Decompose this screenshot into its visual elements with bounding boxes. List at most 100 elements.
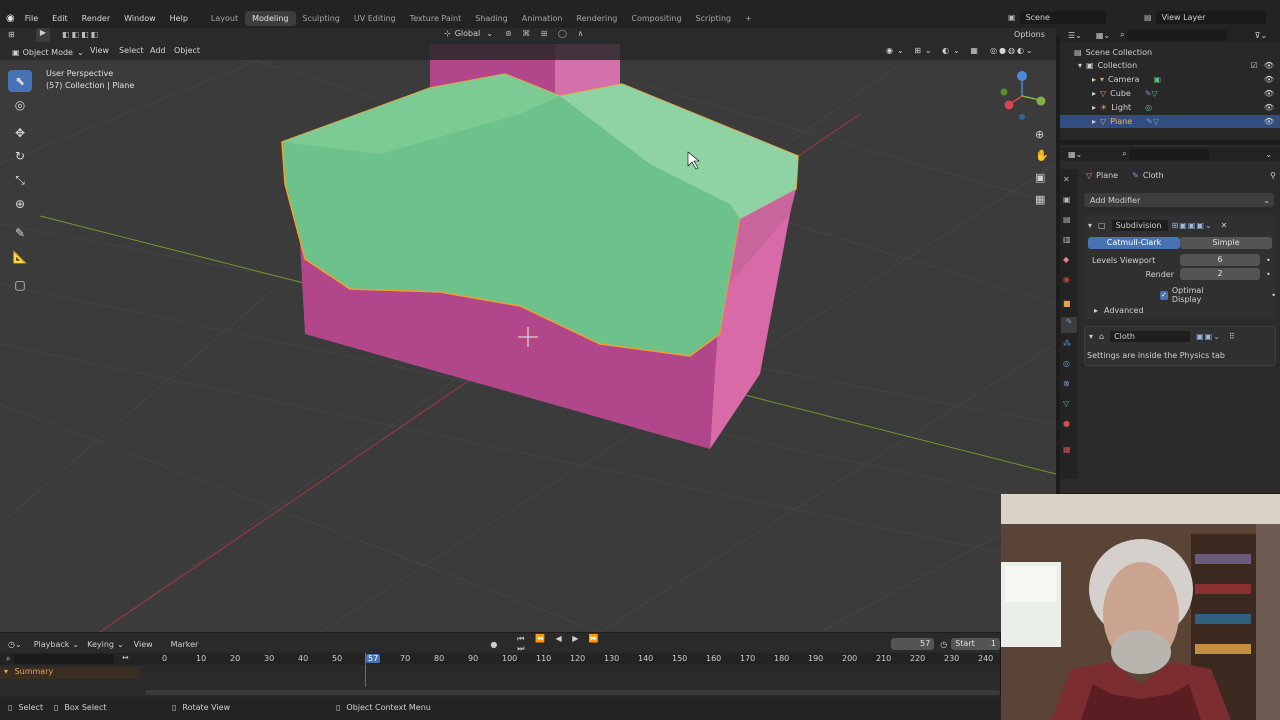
data-tab-icon[interactable]: ▽ [1063,399,1069,408]
scene-selector[interactable]: ▣ Scene [1008,10,1106,24]
menu-window[interactable]: Window [124,14,156,23]
outliner-collection[interactable]: ▾ ▣ Collection ☑ 👁 [1060,59,1280,72]
expand-icon[interactable]: ▸ [1092,89,1096,98]
expand-icon[interactable]: ▸ [1092,117,1096,126]
options-dropdown[interactable]: Options [1014,30,1045,39]
select-tool-icon[interactable]: ⬉ [8,70,32,92]
editor-type-icon[interactable]: ◷⌄ [8,640,22,649]
shading-mode-icons[interactable]: ◎●◍◐⌄ [984,44,1041,60]
blender-logo-icon[interactable]: ◉ [6,13,15,24]
properties-type-icon[interactable]: ▦⌄ [1068,150,1082,159]
tab-rendering[interactable]: Rendering [570,11,625,26]
view-layer-tab-icon[interactable]: ▥ [1063,235,1071,244]
scene-tab-icon[interactable]: ◆ [1063,255,1069,264]
add-cube-tool-icon[interactable]: ▢ [8,274,32,296]
particles-tab-icon[interactable]: ⁂ [1063,339,1071,348]
render-levels-field[interactable]: 2 [1180,268,1260,280]
collapse-icon[interactable]: ▾ [1088,221,1092,230]
search-icon[interactable]: ⌕ [6,654,10,664]
render-tab-icon[interactable]: ▣ [1063,195,1071,204]
rotate-tool-icon[interactable]: ↻ [8,145,32,167]
pan-hand-icon[interactable]: ✋ [1035,149,1049,162]
outliner-type-icon[interactable]: ☰⌄ [1068,31,1082,40]
orientation-dropdown[interactable]: ⊹ Global ⌄ [444,29,493,38]
outliner-item-light[interactable]: ▸ ☀ Light ◎ 👁 [1060,101,1280,114]
outliner-item-camera[interactable]: ▸ ▾ Camera ▣ 👁 [1060,73,1280,86]
menu-edit[interactable]: Edit [52,14,68,23]
outliner-item-plane[interactable]: ▸ ▽ Plane ✎ ▽ 👁 [1060,115,1280,128]
3d-viewport[interactable]: ▣ Object Mode ⌄ View Select Add Object ◉… [0,44,1056,632]
modifier-tab-icon[interactable]: ✎ [1061,317,1077,333]
view-layer-selector[interactable]: ▤ View Layer [1144,10,1266,24]
display-mode-icon[interactable]: ▦⌄ [1096,31,1110,40]
eye-icon[interactable]: 👁 [1264,61,1274,70]
keyframe-dot-icon[interactable]: • [1266,256,1271,265]
tab-layout[interactable]: Layout [204,11,245,26]
tab-texture-paint[interactable]: Texture Paint [403,11,469,26]
constraints-tab-icon[interactable]: ⊗ [1063,379,1070,388]
chevron-down-icon[interactable]: ⌄ [1265,150,1272,159]
optimal-display-checkbox[interactable]: ✓ [1160,290,1168,300]
timeline-view-menu[interactable]: View [134,640,153,649]
visibility-overlay-icons[interactable]: ◉⌄ ⊞⌄ ◐⌄ ▦ [880,44,988,60]
modifier-toggle-icons[interactable]: ⊞▣▣▣⌄ [1172,221,1213,230]
pin-icon[interactable]: ⚲ [1270,171,1276,180]
menu-object[interactable]: Object [168,44,206,60]
summary-row[interactable]: ▾ Summary [0,667,140,679]
keyframe-dot-icon[interactable]: • [1271,291,1276,300]
measure-tool-icon[interactable]: 📐 [8,246,32,268]
tab-animation[interactable]: Animation [515,11,570,26]
cloth-name-field[interactable]: Cloth [1110,330,1191,342]
record-icon[interactable]: ● [490,640,497,649]
playhead-line[interactable] [365,653,366,687]
eye-icon[interactable]: 👁 [1264,103,1274,112]
outliner-search-input[interactable] [1126,29,1227,41]
tab-shading[interactable]: Shading [468,11,515,26]
expand-icon[interactable]: ▾ [1078,61,1082,70]
world-tab-icon[interactable]: ◉ [1063,275,1070,284]
swap-icon[interactable]: ↔ [122,653,129,662]
move-tool-icon[interactable]: ✥ [8,122,32,144]
filter-icon[interactable]: ⊽⌄ [1255,31,1268,40]
modifier-toggle-icons[interactable]: ▣▣⌄ [1196,332,1221,341]
advanced-subpanel-toggle[interactable]: ▸ Advanced [1094,306,1144,315]
transform-tool-icon[interactable]: ⊕ [8,193,32,215]
perspective-toggle-icon[interactable]: ▦ [1035,193,1045,206]
start-frame-field[interactable]: Start 1 [951,638,1000,650]
outliner-item-cube[interactable]: ▸ ▽ Cube ✎ ▽ 👁 [1060,87,1280,100]
annotate-tool-icon[interactable]: ✎ [8,222,32,244]
selection-mode-icons[interactable]: ◧◧◧◧ [62,30,100,39]
menu-render[interactable]: Render [82,14,110,23]
add-modifier-dropdown[interactable]: Add Modifier ⌄ [1084,193,1274,207]
tab-uv-editing[interactable]: UV Editing [347,11,403,26]
physics-tab-icon[interactable]: ◎ [1063,359,1070,368]
viewport-scene[interactable] [0,44,1056,632]
select-box-icon[interactable]: ▶ [36,28,50,42]
simple-button[interactable]: Simple [1180,237,1272,249]
output-tab-icon[interactable]: ▤ [1063,215,1071,224]
tool-tab-icon[interactable]: ✕ [1063,175,1070,184]
keyframe-dot-icon[interactable]: • [1266,270,1271,279]
material-tab-icon[interactable]: ● [1063,419,1070,428]
eye-icon[interactable]: 👁 [1264,89,1274,98]
tab-compositing[interactable]: Compositing [624,11,688,26]
subdivision-name-field[interactable]: Subdivision [1111,219,1168,231]
keying-menu[interactable]: Keying [87,640,114,649]
editor-type-icon[interactable]: ⊞ [8,30,15,39]
search-icon[interactable]: ⌕ [1120,30,1124,40]
outliner-scene-collection[interactable]: ▤ Scene Collection [1060,46,1280,59]
add-workspace-button[interactable]: + [738,11,759,26]
menu-help[interactable]: Help [170,14,188,23]
texture-tab-icon[interactable]: ▦ [1063,445,1071,454]
snapping-icons[interactable]: ⊛ ⌘ ⊞ ◯ ∧ [505,29,587,38]
tab-scripting[interactable]: Scripting [689,11,739,26]
catmull-clark-button[interactable]: Catmull-Clark [1088,237,1180,249]
playback-menu[interactable]: Playback [34,640,70,649]
properties-search-input[interactable] [1128,148,1209,160]
cursor-tool-icon[interactable]: ◎ [8,94,32,116]
navigation-gizmo[interactable] [1000,71,1046,120]
close-icon[interactable]: ✕ [1221,221,1228,230]
levels-viewport-field[interactable]: 6 [1180,254,1260,266]
eye-icon[interactable]: 👁 [1264,117,1274,126]
eye-icon[interactable]: 👁 [1264,75,1274,84]
